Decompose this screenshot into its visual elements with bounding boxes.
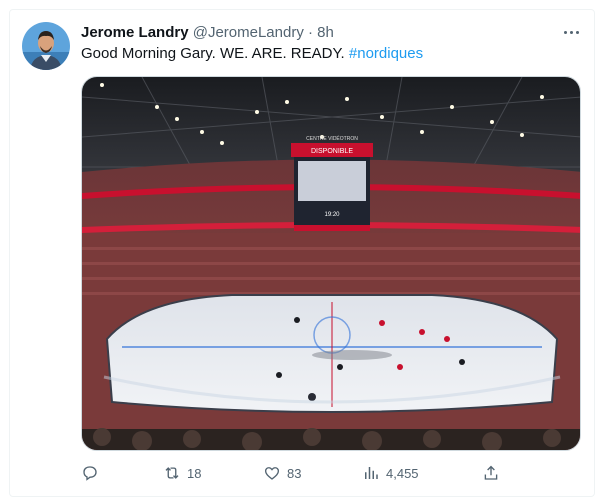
reply-button[interactable] (81, 461, 105, 485)
tweet-timestamp[interactable]: 8h (317, 24, 334, 41)
more-icon (563, 30, 567, 34)
retweet-button[interactable]: 18 (163, 461, 201, 485)
tweet-photo[interactable]: DISPONIBLE 19:20 CENTRE VIDÉOTRON (81, 76, 581, 451)
arena-photo: DISPONIBLE 19:20 CENTRE VIDÉOTRON (82, 77, 580, 450)
like-icon (264, 467, 280, 480)
tweet-actions: 18 83 4,455 (81, 461, 581, 485)
svg-text:19:20: 19:20 (324, 212, 340, 218)
retweet-count: 18 (187, 465, 202, 481)
avatar-image (22, 22, 70, 70)
like-count: 83 (287, 465, 302, 481)
author-handle[interactable]: @JeromeLandry (193, 24, 304, 41)
avatar[interactable] (22, 22, 70, 70)
svg-text:CENTRE VIDÉOTRON: CENTRE VIDÉOTRON (306, 135, 358, 142)
views-icon (365, 467, 378, 479)
reply-icon (83, 466, 97, 481)
header-separator: · (308, 24, 313, 41)
view-count: 4,455 (386, 465, 419, 481)
hashtag-link[interactable]: #nordiques (349, 45, 423, 62)
tweet-body: Good Morning Gary. WE. ARE. READY. (81, 45, 345, 62)
share-icon (484, 465, 498, 480)
retweet-icon (165, 467, 179, 479)
more-options-button[interactable] (556, 20, 586, 44)
tweet-text: Good Morning Gary. WE. ARE. READY. #nord… (81, 44, 423, 64)
tweet-header: Jerome Landry @JeromeLandry · 8h (81, 23, 334, 43)
share-button[interactable] (482, 461, 500, 485)
svg-text:DISPONIBLE: DISPONIBLE (311, 148, 353, 155)
views-button[interactable]: 4,455 (362, 461, 419, 485)
scoreboard: DISPONIBLE 19:20 CENTRE VIDÉOTRON (291, 135, 373, 231)
author-name[interactable]: Jerome Landry (81, 24, 189, 41)
foreground-crowd (82, 429, 580, 450)
like-button[interactable]: 83 (263, 461, 301, 485)
